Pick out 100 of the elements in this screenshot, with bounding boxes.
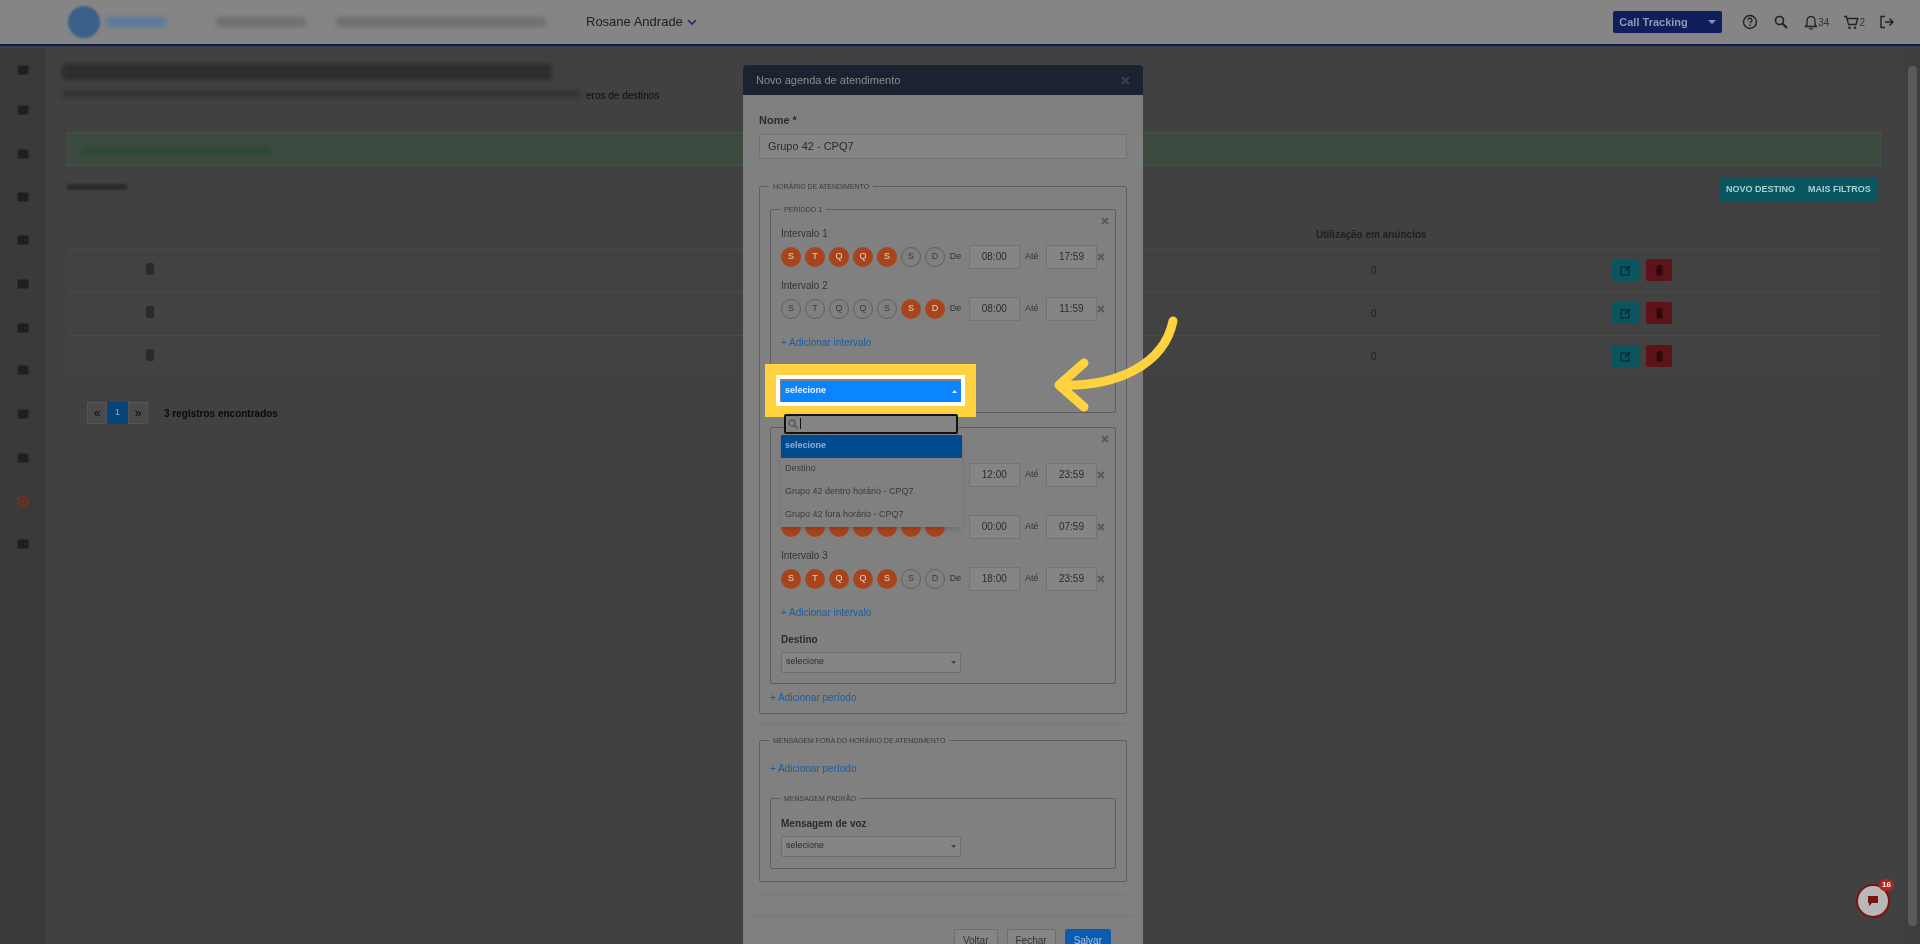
- time-field[interactable]: 08:00: [968, 244, 1020, 269]
- voice-message-select[interactable]: selecione: [781, 835, 961, 857]
- field-label: Nome *: [759, 113, 798, 128]
- dropdown-option[interactable]: selecione: [781, 434, 962, 458]
- destination-select[interactable]: selecione: [781, 651, 961, 673]
- time-field[interactable]: 11:59: [1045, 296, 1098, 321]
- field-label: De: [949, 301, 963, 315]
- time-field[interactable]: 07:59: [1045, 514, 1098, 539]
- time-field[interactable]: 17:59: [1045, 244, 1098, 269]
- edit-button[interactable]: [1612, 302, 1639, 324]
- caret-icon: [952, 389, 957, 393]
- day-toggle[interactable]: Q: [853, 568, 873, 589]
- field-label: Até: [1025, 249, 1040, 263]
- page-number[interactable]: 1: [107, 402, 128, 424]
- field-label: De: [949, 249, 963, 263]
- logout-icon[interactable]: [1879, 15, 1894, 29]
- user-menu[interactable]: Rosane Andrade: [586, 12, 697, 32]
- time-field[interactable]: 18:00: [968, 566, 1020, 591]
- close-icon[interactable]: [1097, 304, 1105, 313]
- square-icon[interactable]: [16, 277, 30, 291]
- square-icon[interactable]: [16, 451, 30, 465]
- name-field[interactable]: Grupo 42 - CPQ7: [759, 133, 1127, 159]
- interval-label: Intervalo 3: [781, 548, 829, 562]
- caret-icon: [1708, 20, 1717, 24]
- interval-label: Intervalo 2: [781, 278, 829, 292]
- square-icon[interactable]: [16, 103, 30, 117]
- bell-icon[interactable]: [1804, 14, 1819, 30]
- close-icon[interactable]: [1097, 252, 1105, 261]
- cart-icon[interactable]: [1843, 14, 1860, 30]
- blurred-text: [106, 17, 166, 27]
- field-label: Até: [1025, 467, 1040, 481]
- close-icon[interactable]: [1121, 75, 1130, 85]
- square-icon[interactable]: [16, 63, 30, 77]
- square-icon[interactable]: [16, 407, 30, 421]
- delete-button[interactable]: [1646, 259, 1672, 281]
- footer-button[interactable]: Salvar: [1064, 928, 1111, 944]
- day-toggle[interactable]: S: [877, 246, 897, 267]
- dropdown-option[interactable]: Grupo 42 fora horário - CPQ7: [781, 503, 962, 527]
- day-toggle[interactable]: D: [925, 298, 945, 319]
- time-field[interactable]: 23:59: [1045, 462, 1098, 487]
- day-toggle[interactable]: S: [901, 298, 921, 319]
- day-toggle[interactable]: T: [805, 246, 825, 267]
- modal-header: Novo agenda de atendimento: [743, 65, 1143, 95]
- delete-button[interactable]: [1646, 302, 1672, 324]
- close-icon[interactable]: [1097, 574, 1105, 583]
- product-dropdown[interactable]: Call Tracking: [1613, 11, 1723, 33]
- field-label: Até: [1025, 301, 1040, 315]
- square-icon[interactable]: [16, 147, 30, 161]
- pencil-icon: [1620, 264, 1631, 276]
- trash-icon: [1654, 264, 1664, 276]
- time-field[interactable]: 08:00: [968, 296, 1020, 321]
- dropdown-option[interactable]: Destino: [781, 457, 962, 481]
- notification-badge: 16: [1879, 879, 1894, 891]
- close-icon[interactable]: [1101, 216, 1109, 225]
- edit-button[interactable]: [1612, 259, 1639, 281]
- close-icon[interactable]: [1097, 522, 1105, 531]
- day-toggle[interactable]: S: [781, 568, 801, 589]
- pagination-next[interactable]: »: [128, 402, 148, 424]
- chat-button[interactable]: [1856, 884, 1890, 918]
- footer-button[interactable]: Voltar: [953, 928, 998, 944]
- day-toggle[interactable]: Q: [853, 246, 873, 267]
- search-icon: [788, 418, 798, 429]
- delete-button[interactable]: [1646, 345, 1672, 367]
- chevron-down-icon: [686, 18, 697, 26]
- destination-select[interactable]: selecione: [781, 380, 961, 402]
- time-field[interactable]: 12:00: [968, 462, 1020, 487]
- time-field[interactable]: 00:00: [968, 514, 1020, 539]
- day-toggle[interactable]: Q: [829, 246, 849, 267]
- dropdown-option[interactable]: Grupo 42 dentro horário - CPQ7: [781, 480, 962, 504]
- field-label: De: [949, 571, 963, 585]
- day-toggle[interactable]: T: [805, 568, 825, 589]
- footer-button[interactable]: Fechar: [1006, 928, 1056, 944]
- filter-button[interactable]: NOVO DESTINO: [1719, 178, 1802, 201]
- field-label: Até: [1025, 519, 1040, 533]
- filter-button[interactable]: MAIS FILTROS: [1801, 178, 1878, 201]
- trash-icon: [1654, 307, 1664, 319]
- square-icon[interactable]: [16, 537, 30, 551]
- cart-count: 2: [1859, 15, 1865, 30]
- square-icon[interactable]: [16, 233, 30, 247]
- help-icon[interactable]: [1742, 14, 1759, 30]
- search-icon[interactable]: [1774, 15, 1789, 29]
- edit-button[interactable]: [1612, 345, 1639, 367]
- close-icon[interactable]: [1097, 470, 1105, 479]
- time-field[interactable]: 23:59: [1045, 566, 1098, 591]
- square-icon[interactable]: [16, 190, 30, 204]
- search-field[interactable]: [784, 413, 958, 434]
- text-cursor: [800, 418, 801, 429]
- chat-icon: [1866, 894, 1880, 908]
- day-toggle[interactable]: Q: [829, 568, 849, 589]
- pagination-prev[interactable]: «: [87, 402, 107, 424]
- day-toggle[interactable]: S: [877, 568, 897, 589]
- logo-icon: [68, 6, 100, 38]
- pencil-icon: [1620, 350, 1631, 362]
- close-icon[interactable]: [1101, 434, 1109, 443]
- square-icon[interactable]: [16, 321, 30, 335]
- day-toggle[interactable]: S: [781, 246, 801, 267]
- field-label: Destino: [781, 632, 819, 647]
- square-icon[interactable]: [16, 363, 30, 377]
- phone-icon: [144, 305, 156, 319]
- gear-icon[interactable]: [16, 494, 30, 508]
